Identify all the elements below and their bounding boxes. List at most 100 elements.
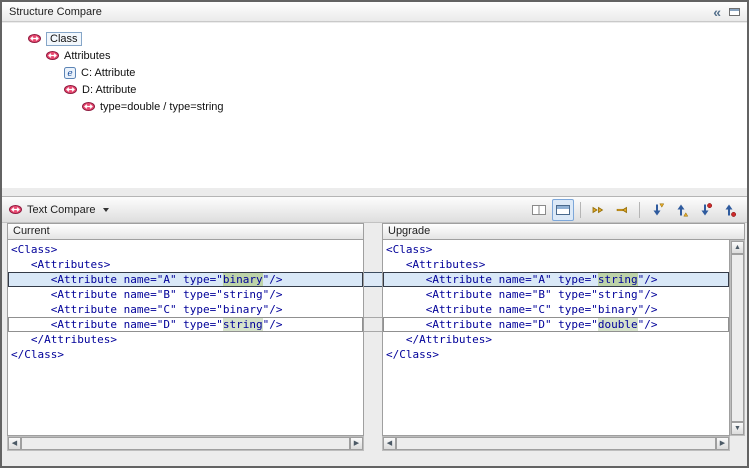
code-text: <Attribute name="A" type="	[386, 273, 598, 286]
code-line: <Attribute name="B" type="string"/>	[383, 287, 729, 302]
right-pane-header: Upgrade	[382, 223, 745, 240]
code-line: <Attribute name="B" type="string"/>	[8, 287, 363, 302]
toolbar-separator	[639, 202, 640, 218]
copy-current-right-to-left-icon	[614, 202, 630, 218]
code-line: <Class>	[8, 242, 363, 257]
arrow-up-icon: ▲	[734, 244, 741, 251]
svg-text:e: e	[67, 69, 72, 79]
minimize-button[interactable]: «	[713, 5, 721, 19]
code-text: </Attributes>	[386, 333, 492, 346]
scroll-down-button[interactable]: ▼	[731, 422, 744, 435]
left-horizontal-scrollbar[interactable]: ◀ ▶	[7, 436, 364, 451]
vertical-scrollbar-thumb[interactable]	[731, 254, 744, 422]
diff-icon	[64, 85, 77, 94]
code-text: "/>	[263, 273, 283, 286]
code-line: <Attributes>	[8, 257, 363, 272]
copy-current-right-to-left-button[interactable]	[611, 199, 633, 221]
tree-item-attributes[interactable]: Attributes	[2, 47, 747, 64]
text-compare-toolbar: Text Compare	[2, 196, 747, 223]
next-difference-icon	[649, 202, 665, 218]
right-horizontal-scrollbar[interactable]: ◀ ▶	[382, 436, 730, 451]
right-pane-body[interactable]: <Class> <Attributes> <Attribute name="A"…	[382, 240, 730, 436]
code-text: <Class>	[386, 243, 432, 256]
chevron-down-icon[interactable]	[103, 208, 109, 212]
scroll-right-button[interactable]: ▶	[716, 437, 729, 450]
horizontal-scrollbar-track[interactable]	[21, 437, 350, 450]
copy-all-left-to-right-button[interactable]	[587, 199, 609, 221]
code-line: <Attributes>	[383, 257, 729, 272]
diff-word: string	[223, 318, 263, 331]
horizontal-scrollbar-thumb[interactable]	[396, 437, 716, 450]
tree-item-label: C: Attribute	[81, 67, 135, 79]
code-line-selected-diff[interactable]: <Attribute name="A" type="string"/>	[383, 272, 729, 287]
attribute-e-icon: e	[64, 67, 76, 79]
code-line: </Class>	[383, 347, 729, 362]
code-text: </Class>	[11, 348, 64, 361]
left-pane-body[interactable]: <Class> <Attributes> <Attribute name="A"…	[7, 240, 364, 436]
two-pane-layout-icon	[531, 202, 547, 218]
previous-change-icon	[721, 202, 737, 218]
code-text: </Class>	[386, 348, 439, 361]
vertical-scrollbar[interactable]: ▲ ▼	[730, 240, 745, 436]
tree-item-type-change[interactable]: type=double / type=string	[2, 98, 747, 115]
structure-compare-header: Structure Compare «	[2, 2, 747, 22]
code-line: <Attribute name="C" type="binary"/>	[383, 302, 729, 317]
tree-item-label: D: Attribute	[82, 84, 136, 96]
maximize-icon	[728, 6, 741, 17]
scrollbar-corner	[730, 436, 745, 451]
scroll-up-button[interactable]: ▲	[731, 241, 744, 254]
toolbar-separator	[580, 202, 581, 218]
next-change-icon	[697, 202, 713, 218]
diff-icon	[9, 205, 22, 214]
horizontal-scrollbar-track[interactable]	[396, 437, 716, 450]
code-line-selected-diff[interactable]: <Attribute name="A" type="binary"/>	[8, 272, 363, 287]
diff-icon	[82, 102, 95, 111]
previous-difference-icon	[673, 202, 689, 218]
previous-change-button[interactable]	[718, 199, 740, 221]
code-text: "/>	[638, 318, 658, 331]
code-line: <Attribute name="C" type="binary"/>	[8, 302, 363, 317]
code-text: "/>	[638, 273, 658, 286]
code-line: </Class>	[8, 347, 363, 362]
code-text: <Attributes>	[386, 258, 485, 271]
arrow-left-icon: ◀	[12, 440, 17, 447]
previous-difference-button[interactable]	[670, 199, 692, 221]
arrow-down-icon: ▼	[734, 425, 741, 432]
code-line: <Class>	[383, 242, 729, 257]
code-text: </Attributes>	[11, 333, 117, 346]
diff-connector-gutter	[364, 240, 382, 436]
collapse-chevrons-icon: «	[713, 5, 721, 19]
horizontal-scrollbar-thumb[interactable]	[21, 437, 350, 450]
tree-item-label: type=double / type=string	[100, 101, 224, 113]
code-line-diff[interactable]: <Attribute name="D" type="double"/>	[383, 317, 729, 332]
next-change-button[interactable]	[694, 199, 716, 221]
maximize-button[interactable]	[728, 6, 741, 17]
structure-compare-title: Structure Compare	[9, 6, 102, 18]
scroll-left-button[interactable]: ◀	[8, 437, 21, 450]
code-text: <Attributes>	[11, 258, 110, 271]
next-difference-button[interactable]	[646, 199, 668, 221]
tree-item-c-attribute[interactable]: e C: Attribute	[2, 64, 747, 81]
code-line-diff[interactable]: <Attribute name="D" type="string"/>	[8, 317, 363, 332]
code-text: <Attribute name="C" type="binary"/>	[386, 303, 658, 316]
tree-item-class[interactable]: Class	[2, 30, 747, 47]
left-pane-header: Current	[7, 223, 364, 240]
code-text: <Attribute name="A" type="	[11, 273, 223, 286]
code-text: <Attribute name="B" type="string"/>	[11, 288, 283, 301]
text-compare-actions	[528, 199, 740, 221]
arrow-right-icon: ▶	[720, 440, 725, 447]
scroll-right-button[interactable]: ▶	[350, 437, 363, 450]
synchronized-scrolling-button[interactable]	[552, 199, 574, 221]
tree-item-label: Attributes	[64, 50, 110, 62]
vertical-scrollbar-track[interactable]	[731, 254, 744, 422]
scroll-left-button[interactable]: ◀	[383, 437, 396, 450]
tree-item-d-attribute[interactable]: D: Attribute	[2, 81, 747, 98]
compare-editor-window: Structure Compare « Class Attributes e C…	[0, 0, 749, 468]
synchronized-scrolling-icon	[555, 202, 571, 218]
code-line: </Attributes>	[383, 332, 729, 347]
arrow-right-icon: ▶	[354, 440, 359, 447]
structure-compare-actions: «	[713, 5, 741, 19]
copy-all-left-to-right-icon	[590, 202, 606, 218]
code-text: "/>	[263, 318, 283, 331]
two-pane-layout-button[interactable]	[528, 199, 550, 221]
